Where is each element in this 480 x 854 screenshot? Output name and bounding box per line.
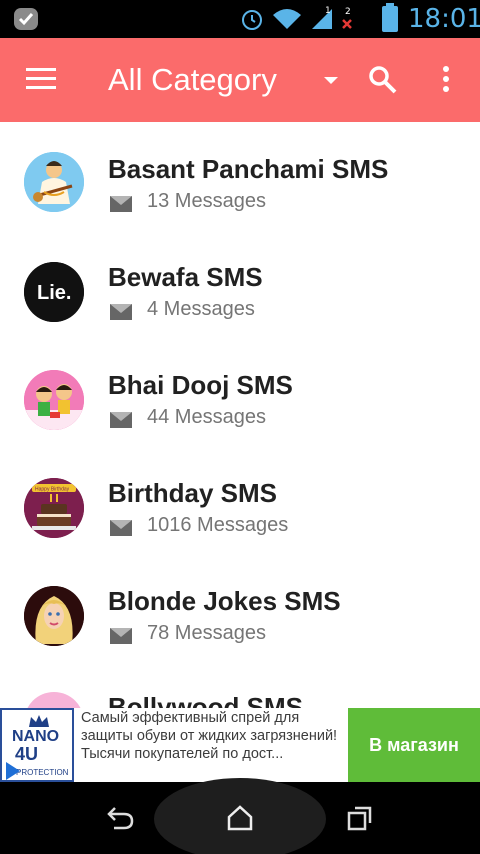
signal-sim1-icon: 1 [312, 6, 332, 29]
saraswati-avatar [24, 152, 84, 212]
recent-apps-icon[interactable] [346, 804, 374, 832]
message-count: 78 Messages [147, 622, 266, 644]
category-name: Basant Panchami SMS [108, 154, 389, 184]
birthday-cake-avatar: Happy Birthday [24, 478, 84, 538]
message-count: 13 Messages [147, 190, 266, 212]
ad-logo-text: PROTECTION [16, 768, 69, 777]
notification-check-icon [14, 8, 38, 30]
envelope-icon [110, 520, 132, 536]
list-item[interactable]: Bollywood SMS [0, 662, 480, 708]
category-name: Bewafa SMS [108, 262, 263, 292]
list-item[interactable]: Blonde Jokes SMS 78 Messages [0, 554, 480, 662]
svg-text:Happy Birthday: Happy Birthday [35, 487, 70, 493]
battery-icon [382, 3, 398, 32]
siblings-avatar [24, 370, 84, 430]
system-nav-bar [0, 778, 480, 854]
envelope-icon [110, 196, 132, 212]
hamburger-menu-icon[interactable] [26, 68, 56, 92]
category-name: Bhai Dooj SMS [108, 370, 293, 400]
category-title[interactable]: All Category [108, 62, 277, 98]
list-item[interactable]: Happy Birthday Birthday SMS 1016 Message… [0, 446, 480, 554]
more-options-icon[interactable] [441, 66, 451, 96]
message-count: 1016 Messages [147, 514, 289, 536]
envelope-icon [110, 628, 132, 644]
search-icon[interactable] [368, 65, 398, 95]
lie-avatar: Lie. [24, 262, 84, 322]
signal-sim2-no-service-icon: 2 [342, 7, 352, 29]
category-name: Birthday SMS [108, 478, 278, 508]
message-count: 4 Messages [147, 298, 255, 320]
blonde-avatar [24, 586, 84, 646]
app-toolbar: All Category [0, 38, 480, 122]
home-icon[interactable] [226, 804, 254, 832]
back-icon[interactable] [106, 804, 136, 832]
ad-logo[interactable]: NANO 4U PROTECTION [0, 708, 74, 782]
envelope-icon [110, 412, 132, 428]
category-name: Blonde Jokes SMS [108, 586, 341, 616]
ad-banner[interactable]: NANO 4U PROTECTION Самый эффективный спр… [0, 708, 480, 782]
status-time: 18:01 [408, 4, 480, 34]
envelope-icon [110, 304, 132, 320]
alarm-icon [242, 10, 262, 30]
bollywood-avatar [24, 692, 84, 708]
wifi-icon [273, 9, 301, 29]
ad-play-icon[interactable] [6, 762, 20, 780]
crown-icon [29, 715, 49, 727]
message-count: 44 Messages [147, 406, 266, 428]
list-item[interactable]: Bhai Dooj SMS 44 Messages [0, 338, 480, 446]
ad-cta-button[interactable]: В магазин [348, 708, 480, 782]
ad-text[interactable]: Самый эффективный спрей для защиты обуви… [81, 709, 343, 763]
dropdown-arrow-icon[interactable] [324, 77, 338, 84]
category-list: Basant Panchami SMS 13 Messages Lie. Bew… [0, 122, 480, 708]
status-bar: 1 2 18:01 [0, 0, 480, 38]
category-name: Bollywood SMS [108, 692, 303, 708]
svg-text:2: 2 [345, 7, 351, 17]
svg-text:1: 1 [325, 6, 331, 16]
svg-text:Lie.: Lie. [37, 282, 71, 304]
list-item[interactable]: Basant Panchami SMS 13 Messages [0, 122, 480, 230]
list-item[interactable]: Lie. Bewafa SMS 4 Messages [0, 230, 480, 338]
